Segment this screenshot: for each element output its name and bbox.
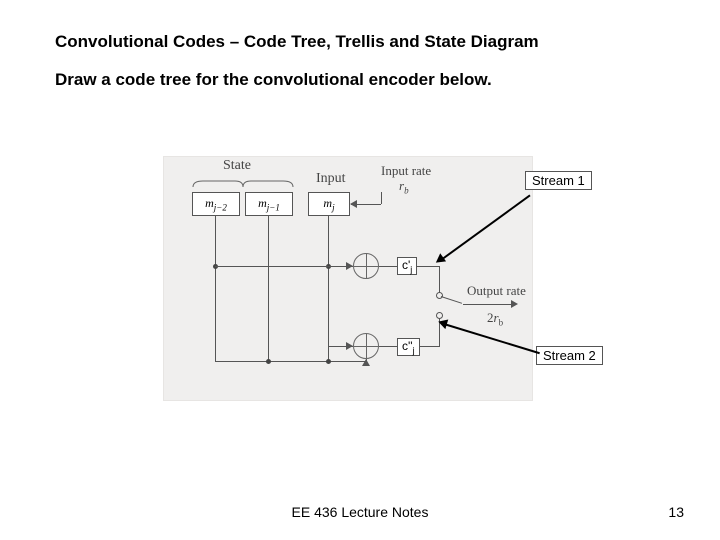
two-rb-symbol: 2rb: [487, 310, 503, 328]
register-mj: mj: [308, 192, 350, 216]
output-rate-label: Output rate: [467, 283, 526, 299]
arrow-icon: [346, 262, 353, 270]
arrow-icon: [511, 300, 518, 308]
register-mjm2: mj−2: [192, 192, 240, 216]
input-label: Input: [316, 171, 346, 187]
encoder-diagram: State Input Input rate rb mj−2 mj−1 mj: [63, 136, 673, 406]
label-c-double-prime-j: c''j: [397, 338, 420, 356]
state-brace: [191, 176, 295, 186]
label-stream-2: Stream 2: [536, 346, 603, 365]
input-rate-label: Input rate: [381, 163, 431, 179]
wire: [215, 361, 366, 362]
page-title: Convolutional Codes – Code Tree, Trellis…: [55, 32, 670, 52]
xor-gate-2: [353, 333, 379, 359]
wire: [328, 216, 329, 361]
register-mjm1: mj−1: [245, 192, 293, 216]
wire: [268, 216, 269, 361]
xor-gate-1: [353, 253, 379, 279]
arrow-icon: [350, 200, 357, 208]
footer-text: EE 436 Lecture Notes: [0, 504, 720, 520]
wire: [215, 266, 328, 267]
exercise-prompt: Draw a code tree for the convolutional e…: [55, 70, 670, 90]
page-number: 13: [668, 504, 684, 520]
arrow-icon: [362, 359, 370, 366]
wire: [463, 304, 513, 305]
wire: [215, 216, 216, 361]
label-stream-1: Stream 1: [525, 171, 592, 190]
arrow-icon: [346, 342, 353, 350]
state-label: State: [223, 158, 251, 174]
rb-symbol: rb: [399, 178, 409, 196]
wire: [381, 192, 382, 204]
junction-dot: [326, 359, 331, 364]
junction-dot: [266, 359, 271, 364]
label-c-prime-j: c'j: [397, 257, 417, 275]
